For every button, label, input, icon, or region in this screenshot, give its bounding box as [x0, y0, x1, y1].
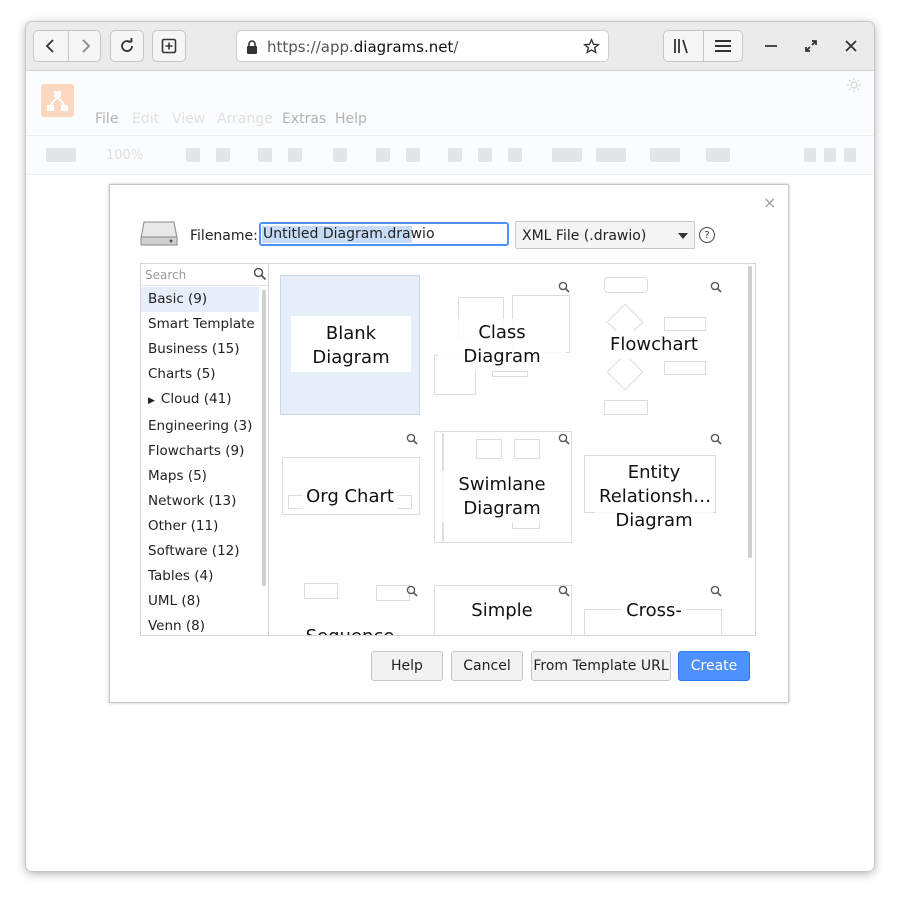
- menu-arrange[interactable]: Arrange: [217, 111, 273, 127]
- help-icon[interactable]: ?: [699, 227, 715, 243]
- template-label: Class Diagram: [432, 275, 572, 415]
- template-grid: Blank Diagram Class Diagram Flowchart Or…: [269, 263, 756, 636]
- zoom-preview-icon[interactable]: [406, 585, 418, 597]
- new-tab-button[interactable]: [152, 30, 186, 62]
- template-label: Blank Diagram: [312, 323, 390, 368]
- file-format-value: XML File (.drawio): [522, 228, 647, 244]
- category-charts[interactable]: Charts (5): [141, 362, 259, 387]
- template-label: Org Chart: [280, 427, 420, 567]
- forward-icon[interactable]: [76, 37, 94, 59]
- hamburger-menu-icon[interactable]: [713, 37, 733, 59]
- app-header: File Edit View Arrange Extras Help: [26, 71, 874, 134]
- filename-label: Filename:: [190, 228, 258, 244]
- template-sequence[interactable]: Sequence: [280, 579, 420, 635]
- template-scrollbar[interactable]: [748, 266, 752, 558]
- zoom-preview-icon[interactable]: [710, 585, 722, 597]
- category-engineering[interactable]: Engineering (3): [141, 414, 259, 439]
- menu-view[interactable]: View: [172, 111, 205, 127]
- category-venn[interactable]: Venn (8): [141, 614, 259, 635]
- url-text: https://app.diagrams.net/: [267, 38, 459, 56]
- minimize-icon[interactable]: [759, 34, 783, 58]
- drawio-app: File Edit View Arrange Extras Help 100%: [26, 71, 874, 871]
- expand-arrow-icon: ▶: [148, 396, 155, 406]
- template-label: Cross-: [584, 579, 724, 635]
- menu-help[interactable]: Help: [335, 111, 367, 127]
- category-other[interactable]: Other (11): [141, 514, 259, 539]
- file-format-select[interactable]: XML File (.drawio): [515, 221, 695, 249]
- browser-toolbar: https://app.diagrams.net/: [26, 22, 874, 71]
- zoom-level[interactable]: 100%: [106, 148, 143, 163]
- category-tables[interactable]: Tables (4): [141, 564, 259, 589]
- template-label: Simple: [432, 579, 572, 635]
- category-scrollbar[interactable]: [262, 290, 266, 586]
- template-swimlane-diagram[interactable]: Swimlane Diagram: [432, 427, 572, 567]
- close-dialog-icon[interactable]: ×: [763, 193, 776, 212]
- template-class-diagram[interactable]: Class Diagram: [432, 275, 572, 415]
- zoom-preview-icon[interactable]: [406, 433, 418, 445]
- menu-extras[interactable]: Extras: [282, 111, 326, 127]
- template-search[interactable]: Search: [141, 264, 268, 286]
- reload-button[interactable]: [110, 30, 144, 62]
- cancel-button[interactable]: Cancel: [451, 651, 523, 681]
- template-simple[interactable]: Simple: [432, 579, 572, 635]
- category-basic[interactable]: Basic (9): [141, 287, 259, 312]
- category-smart-template[interactable]: Smart Template: [141, 312, 259, 337]
- category-software[interactable]: Software (12): [141, 539, 259, 564]
- bookmark-star-icon[interactable]: [583, 38, 600, 55]
- template-flowchart[interactable]: Flowchart: [584, 275, 724, 415]
- dropdown-arrow-icon: [678, 233, 688, 239]
- help-button[interactable]: Help: [371, 651, 443, 681]
- template-entity-relationship[interactable]: Entity Relationsh… Diagram: [584, 427, 724, 567]
- zoom-preview-icon[interactable]: [558, 433, 570, 445]
- library-icon[interactable]: [672, 37, 692, 59]
- zoom-preview-icon[interactable]: [710, 281, 722, 293]
- nav-button-group: [33, 30, 101, 62]
- theme-sun-icon[interactable]: [846, 77, 862, 93]
- template-label: Flowchart: [584, 275, 724, 415]
- category-cloud-label: Cloud (41): [160, 391, 232, 407]
- close-window-icon[interactable]: [839, 34, 863, 58]
- category-business[interactable]: Business (15): [141, 337, 259, 362]
- category-cloud[interactable]: ▶ Cloud (41): [141, 387, 259, 412]
- search-icon[interactable]: [253, 267, 267, 281]
- template-category-list: Search Basic (9) Smart Template Business…: [140, 263, 269, 636]
- url-bar[interactable]: https://app.diagrams.net/: [236, 30, 609, 62]
- create-button[interactable]: Create: [678, 651, 750, 681]
- category-flowcharts[interactable]: Flowcharts (9): [141, 439, 259, 464]
- template-label: Sequence: [280, 579, 420, 635]
- back-icon[interactable]: [42, 37, 60, 59]
- category-maps[interactable]: Maps (5): [141, 464, 259, 489]
- template-blank-diagram[interactable]: Blank Diagram: [280, 275, 420, 415]
- zoom-preview-icon[interactable]: [558, 585, 570, 597]
- category-uml[interactable]: UML (8): [141, 589, 259, 614]
- app-toolbar: 100%: [26, 135, 874, 175]
- template-cross-functional[interactable]: Cross-: [584, 579, 724, 635]
- zoom-preview-icon[interactable]: [710, 433, 722, 445]
- browser-window: https://app.diagrams.net/ File Edit View…: [26, 22, 874, 871]
- template-org-chart[interactable]: Org Chart: [280, 427, 420, 567]
- template-label: Swimlane Diagram: [432, 427, 572, 567]
- library-menu-group: [663, 30, 743, 62]
- reload-icon: [121, 38, 133, 52]
- template-label: Entity Relationsh… Diagram: [584, 427, 724, 567]
- new-diagram-dialog: × Filename: XML File (.drawio) ? Search …: [109, 184, 789, 703]
- zoom-preview-icon[interactable]: [558, 281, 570, 293]
- menu-edit[interactable]: Edit: [132, 111, 159, 127]
- from-template-url-button[interactable]: From Template URL: [531, 651, 671, 681]
- menu-file[interactable]: File: [95, 111, 118, 127]
- new-tab-icon: [161, 38, 177, 54]
- lock-icon: [247, 40, 257, 54]
- search-placeholder: Search: [145, 268, 187, 282]
- drawio-logo: [41, 84, 74, 117]
- hard-drive-icon: [140, 221, 178, 246]
- category-network[interactable]: Network (13): [141, 489, 259, 514]
- maximize-icon[interactable]: [799, 34, 823, 58]
- filename-input[interactable]: [259, 222, 509, 246]
